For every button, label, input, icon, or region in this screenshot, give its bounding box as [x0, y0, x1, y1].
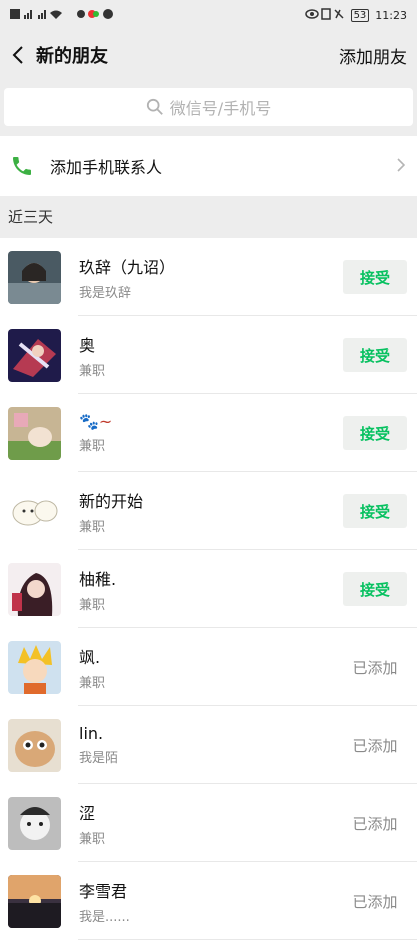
list-item[interactable]: 🐾~ 兼职 接受 [0, 394, 417, 472]
avatar [8, 250, 61, 304]
signal-icon [10, 7, 70, 24]
contact-name: 李雪君 [79, 881, 128, 901]
list-item[interactable]: 柚稚. 兼职 接受 [0, 550, 417, 628]
contact-name: 柚稚. [79, 569, 117, 589]
search-placeholder: 微信号/手机号 [169, 99, 272, 118]
accept-button[interactable]: 接受 [343, 260, 407, 294]
search-input[interactable]: 微信号/手机号 [4, 88, 413, 126]
contact-message: 我是陌 [79, 751, 119, 766]
status-time: 11:23 [375, 8, 407, 22]
added-status: 已添加 [352, 658, 398, 677]
contact-name: 🐾~ [79, 412, 113, 431]
contact-message: 兼职 [79, 519, 106, 535]
contact-message: 兼职 [79, 363, 106, 379]
contact-name: 玖辞（九诏） [79, 257, 176, 277]
contact-message: 兼职 [79, 675, 106, 691]
list-item[interactable]: 玖辞（九诏） 我是玖辞 接受 [0, 238, 417, 316]
list-item[interactable]: 飒. 兼职 已添加 [0, 628, 417, 706]
chevron-left-icon[interactable] [4, 37, 32, 73]
contact-message: 兼职 [79, 831, 106, 847]
phone-contacts-label: 添加手机联系人 [50, 158, 163, 177]
avatar [8, 484, 61, 538]
chat-bubble-icon [76, 7, 116, 24]
section-header: 近三天 [8, 208, 54, 226]
eye-icon [304, 7, 345, 24]
page-title: 新的朋友 [36, 46, 108, 67]
phone-icon [13, 157, 31, 175]
avatar [8, 640, 61, 694]
added-status: 已添加 [352, 736, 398, 755]
list-item[interactable]: 新的开始 兼职 接受 [0, 472, 417, 550]
list-item[interactable]: 李雪君 我是...... 已添加 [0, 862, 417, 940]
contact-name: lin. [79, 724, 104, 743]
contact-message: 兼职 [79, 597, 106, 613]
avatar [8, 562, 61, 616]
accept-button[interactable]: 接受 [343, 494, 407, 528]
avatar [8, 328, 61, 382]
search-icon [146, 98, 163, 115]
avatar [8, 718, 61, 772]
list-item[interactable]: 涩 兼职 已添加 [0, 784, 417, 862]
contact-message: 我是玖辞 [79, 285, 132, 301]
added-status: 已添加 [352, 892, 398, 911]
avatar [8, 406, 61, 460]
nav-bar: 新的朋友 添加朋友 [0, 30, 417, 80]
contact-name: 奥 [79, 335, 96, 355]
search-container: 微信号/手机号 [0, 80, 417, 134]
add-friend-button[interactable]: 添加朋友 [337, 37, 409, 74]
contact-name: 涩 [79, 803, 96, 823]
contact-name: 新的开始 [79, 491, 144, 511]
chevron-right-icon [397, 156, 406, 177]
accept-button[interactable]: 接受 [343, 572, 407, 606]
battery-icon: 53 [350, 8, 370, 22]
contact-message: 兼职 [79, 439, 106, 454]
status-bar: 53 11:23 [0, 0, 417, 30]
list-item[interactable]: lin. 我是陌 已添加 [0, 706, 417, 784]
avatar [8, 796, 61, 850]
contact-name: 飒. [79, 647, 101, 667]
accept-button[interactable]: 接受 [343, 338, 407, 372]
added-status: 已添加 [352, 814, 398, 833]
contact-message: 我是...... [79, 909, 130, 925]
accept-button[interactable]: 接受 [343, 416, 407, 450]
friend-request-list: 玖辞（九诏） 我是玖辞 接受 奥 兼职 接受 🐾~ 兼职 接受 新的开始 兼职 [0, 238, 417, 940]
avatar [8, 874, 61, 928]
list-item[interactable]: 奥 兼职 接受 [0, 316, 417, 394]
add-phone-contacts-item[interactable]: 添加手机联系人 [0, 136, 417, 196]
